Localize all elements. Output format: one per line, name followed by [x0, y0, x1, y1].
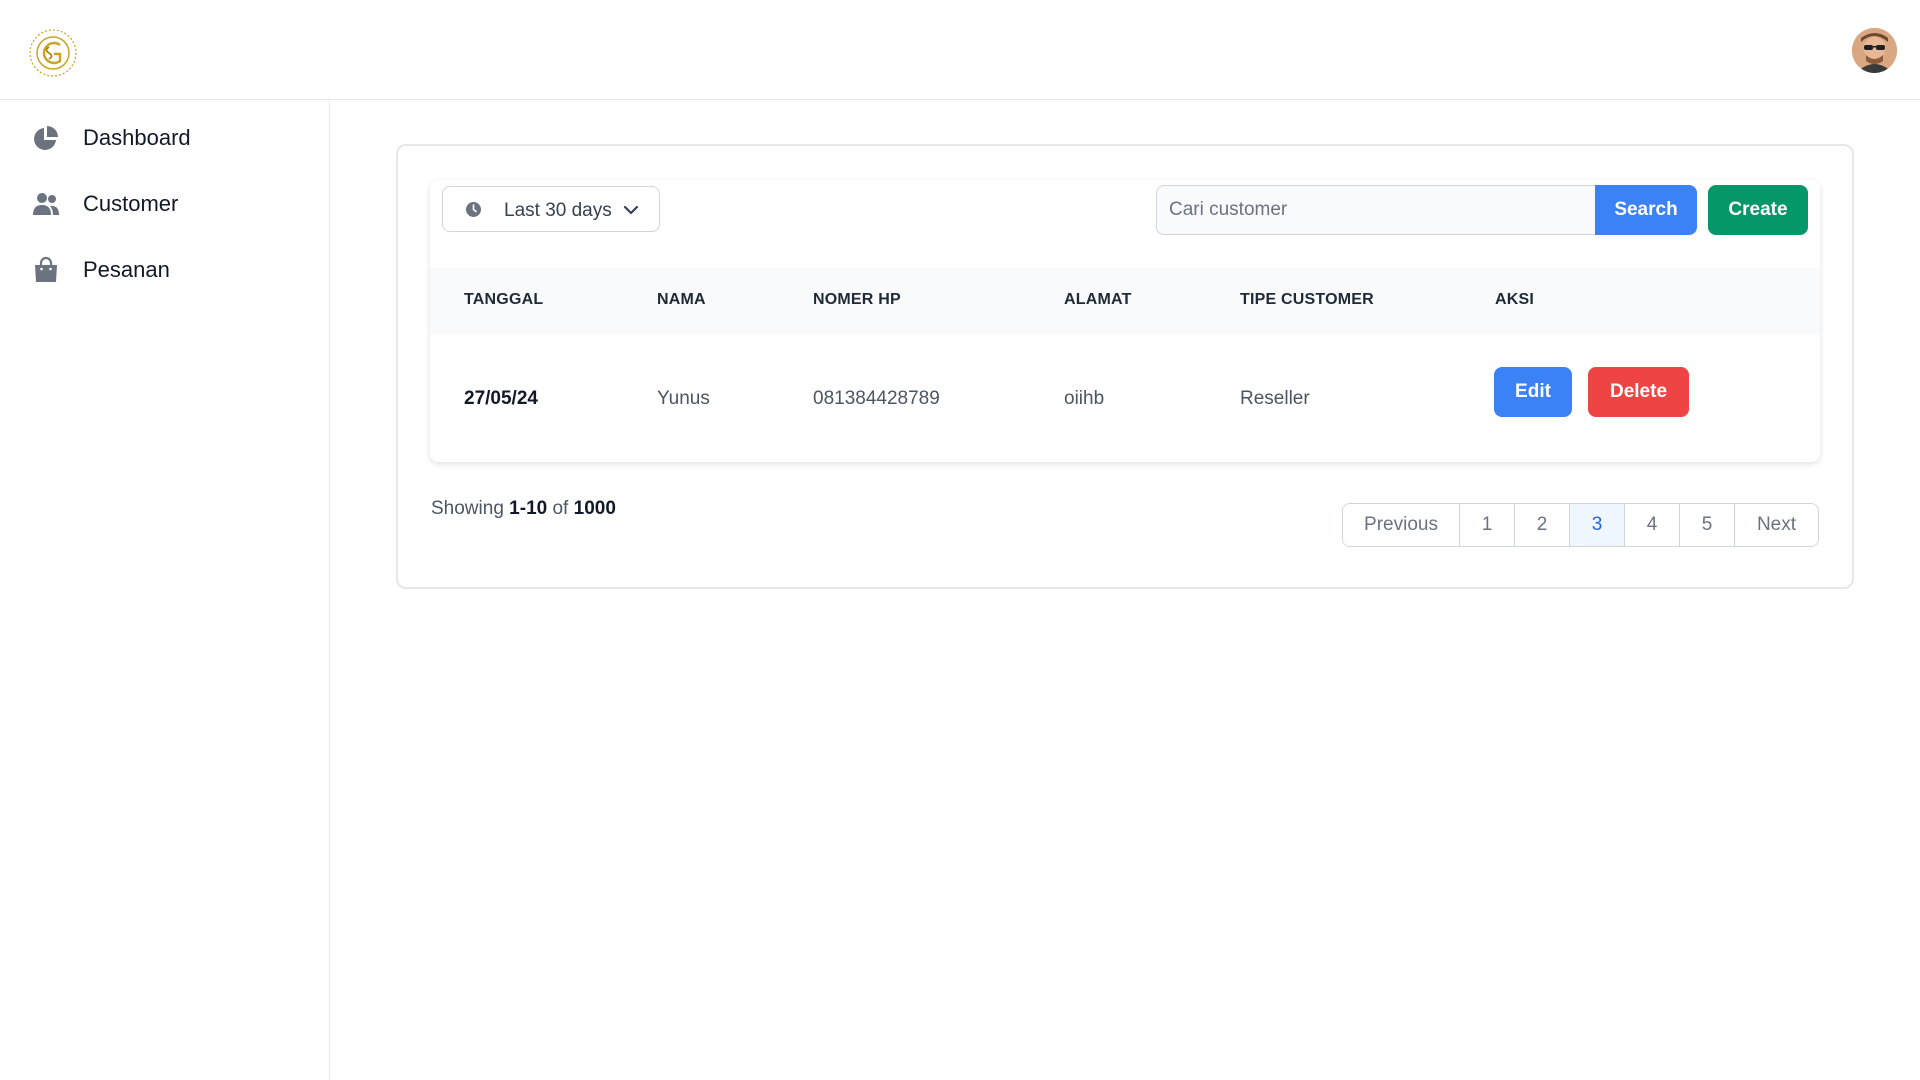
cell-alamat: oiihb: [1064, 388, 1105, 409]
pagination-page-4[interactable]: 4: [1624, 504, 1679, 546]
pagination: Previous 1 2 3 4 5 Next: [1342, 503, 1819, 547]
sidebar-item-customer[interactable]: Customer: [0, 176, 329, 232]
search-input[interactable]: [1156, 185, 1597, 235]
pagination-next[interactable]: Next: [1734, 504, 1818, 546]
shopping-bag-icon: [32, 256, 60, 284]
search-button[interactable]: Search: [1595, 185, 1697, 235]
cell-nomer-hp: 081384428789: [813, 388, 940, 409]
column-header-aksi: AKSI: [1495, 291, 1535, 308]
column-header-tipe-customer: TIPE CUSTOMER: [1240, 291, 1374, 308]
column-header-nomer-hp: NOMER HP: [813, 291, 901, 308]
pagination-previous[interactable]: Previous: [1343, 504, 1459, 546]
sidebar-item-pesanan[interactable]: Pesanan: [0, 242, 329, 298]
pagination-page-2[interactable]: 2: [1514, 504, 1569, 546]
column-header-nama: NAMA: [657, 291, 706, 308]
users-icon: [32, 190, 60, 218]
sidebar-item-label: Customer: [83, 191, 179, 216]
chevron-down-icon: [623, 203, 639, 217]
showing-prefix: Showing: [431, 498, 504, 519]
date-range-dropdown[interactable]: Last 30 days: [442, 186, 660, 232]
cell-tanggal: 27/05/24: [464, 388, 538, 409]
create-button[interactable]: Create: [1708, 185, 1808, 235]
column-header-tanggal: TANGGAL: [464, 291, 544, 308]
sidebar-item-dashboard[interactable]: Dashboard: [0, 110, 329, 166]
column-header-alamat: ALAMAT: [1064, 291, 1132, 308]
pagination-page-3[interactable]: 3: [1569, 504, 1624, 546]
top-navbar: [0, 0, 1920, 100]
edit-button[interactable]: Edit: [1494, 367, 1572, 417]
date-range-label: Last 30 days: [504, 200, 612, 221]
gold-monogram-logo[interactable]: [27, 27, 79, 79]
cell-nama: Yunus: [657, 388, 710, 409]
showing-total: 1000: [573, 498, 616, 519]
table-header: TANGGAL NAMA NOMER HP ALAMAT TIPE CUSTOM…: [430, 268, 1820, 334]
pagination-page-5[interactable]: 5: [1679, 504, 1734, 546]
showing-of: of: [552, 498, 569, 519]
clock-icon: [465, 201, 482, 218]
sidebar-item-label: Dashboard: [83, 125, 191, 150]
pagination-page-1[interactable]: 1: [1459, 504, 1514, 546]
pagination-summary: Showing 1-10 of 1000: [431, 498, 616, 520]
showing-range: 1-10: [509, 498, 548, 519]
sidebar: Dashboard Customer Pesanan: [0, 101, 330, 1080]
sidebar-item-label: Pesanan: [83, 257, 170, 282]
user-avatar[interactable]: [1852, 28, 1897, 73]
delete-button[interactable]: Delete: [1588, 367, 1689, 417]
pie-chart-icon: [32, 124, 60, 152]
cell-tipe-customer: Reseller: [1240, 388, 1310, 409]
